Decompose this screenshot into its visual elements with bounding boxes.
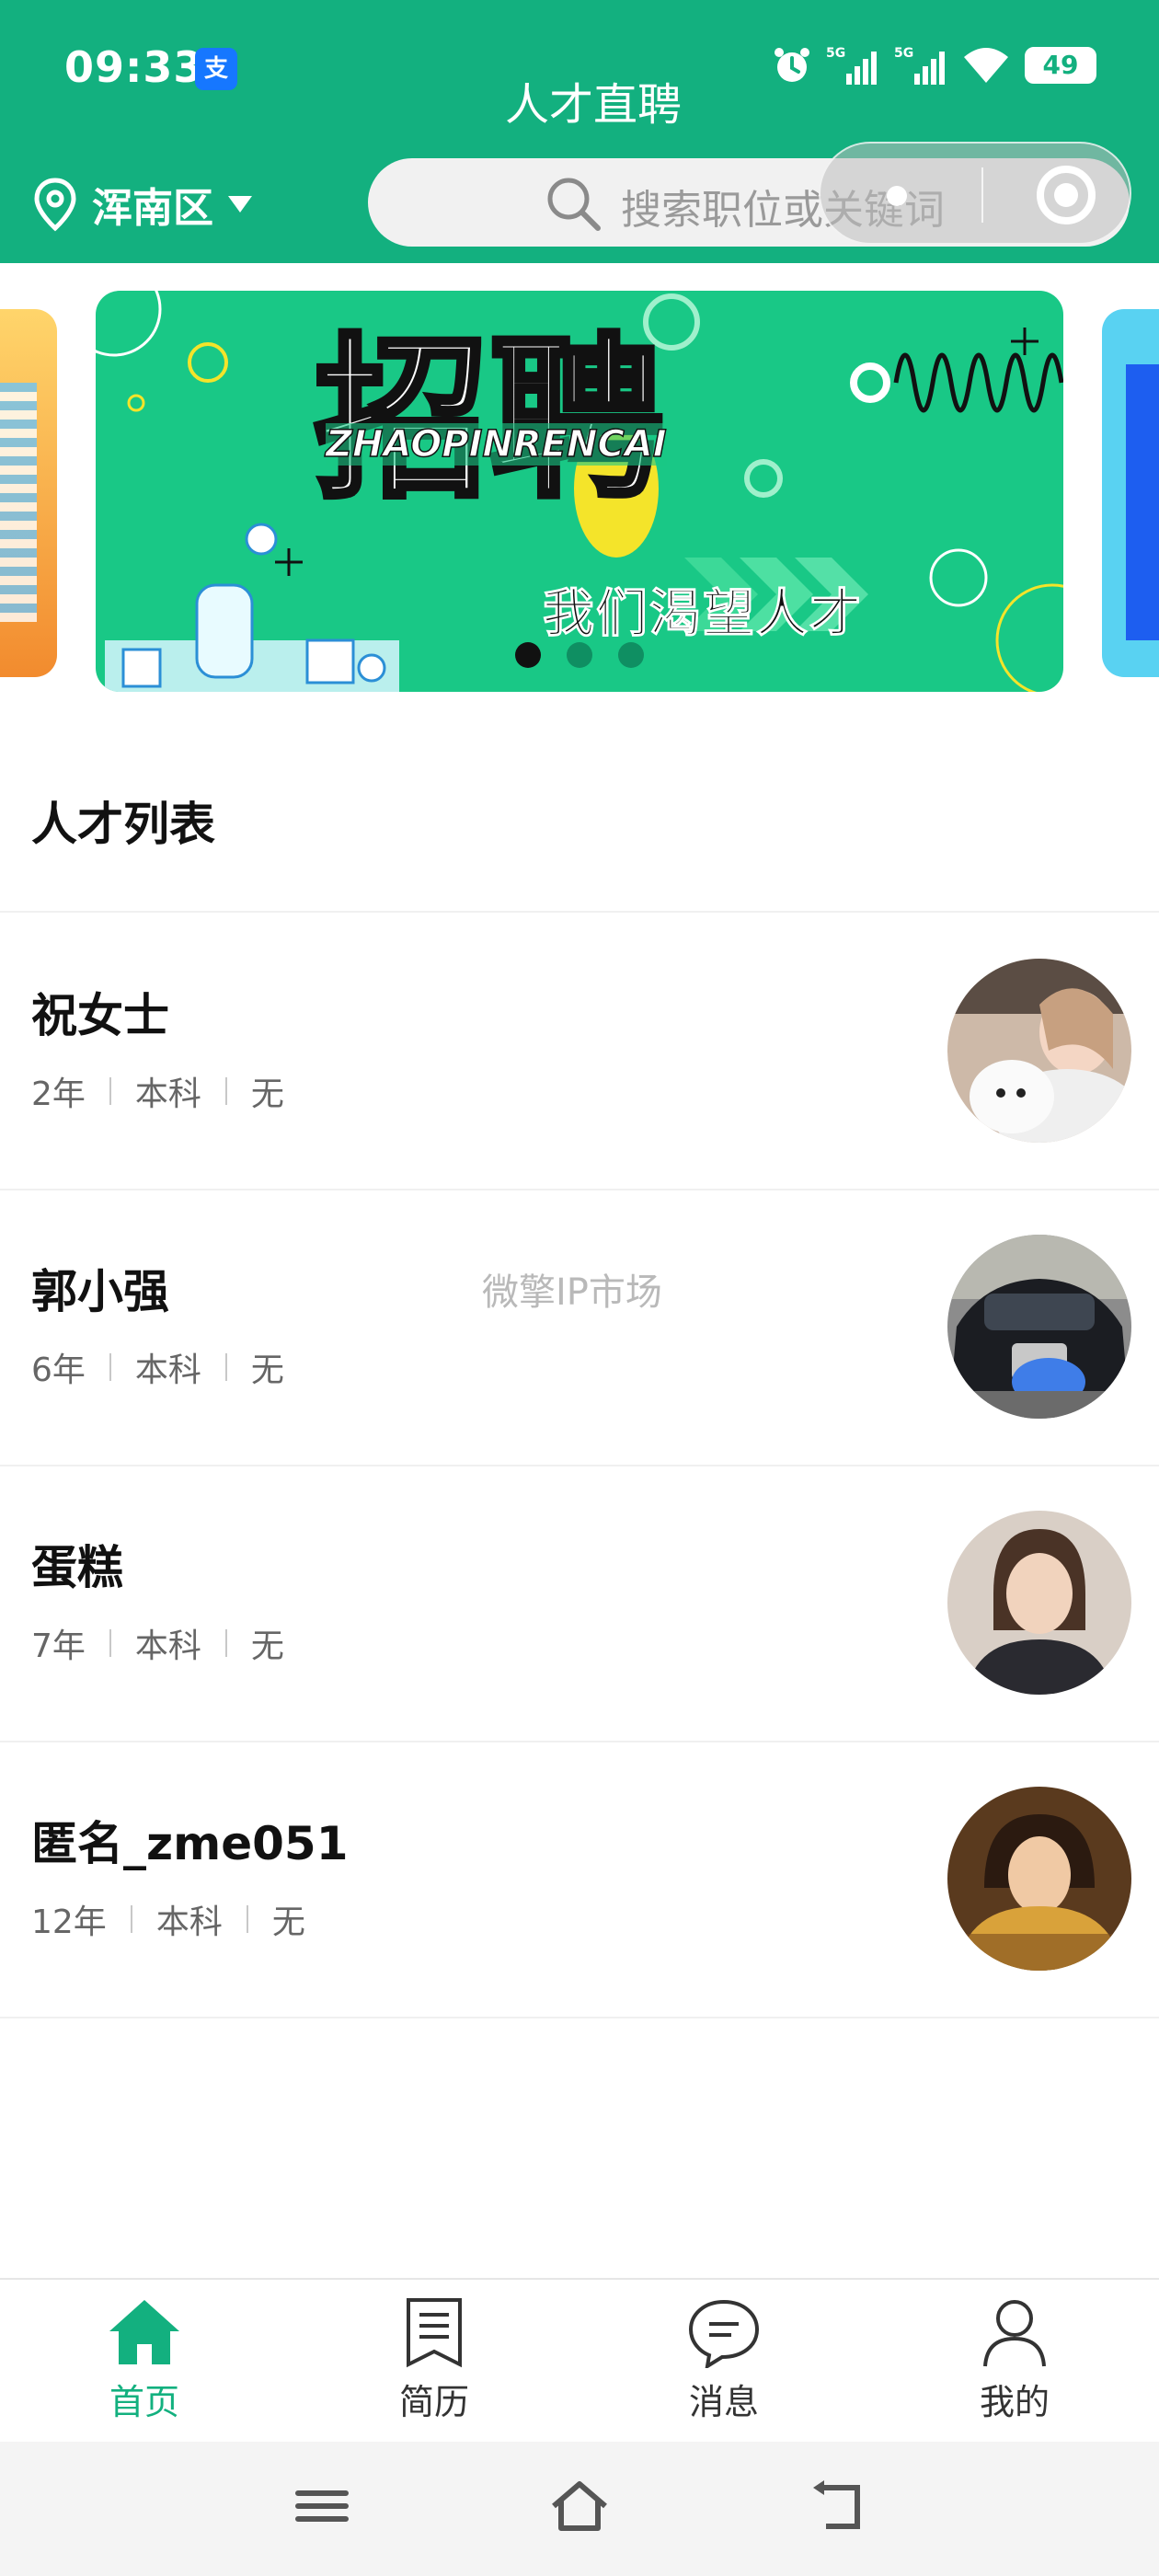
message-icon xyxy=(688,2299,760,2368)
talent-meta: 12年 本科 无 xyxy=(31,1895,305,1943)
talent-name: 郭小强 xyxy=(31,1265,169,1318)
meta-separator xyxy=(224,1353,227,1381)
search-icon xyxy=(541,171,605,239)
tab-label: 简历 xyxy=(398,2382,469,2422)
meta-separator xyxy=(109,1353,111,1381)
talent-other: 无 xyxy=(250,1627,284,1665)
meta-separator xyxy=(109,1077,111,1105)
section-title: 人才列表 xyxy=(31,798,215,851)
talent-other: 无 xyxy=(250,1351,284,1389)
banner-prev-slide[interactable] xyxy=(0,309,57,677)
meta-separator xyxy=(246,1905,248,1933)
banner-slide[interactable]: 招聘 ZHAOPINRENCAI 我们渴望人才 xyxy=(96,291,1063,692)
profile-icon xyxy=(983,2300,1046,2367)
more-icon[interactable] xyxy=(887,186,907,206)
tab-profile[interactable]: 我的 xyxy=(923,2296,1107,2424)
back-icon[interactable] xyxy=(808,2478,866,2534)
banner-carousel[interactable]: 招聘 ZHAOPINRENCAI 我们渴望人才 xyxy=(0,291,1159,696)
search-input[interactable]: 搜索职位或关键词 xyxy=(368,142,1131,247)
app-header: 09:33 支 5G 5G 49 人才直聘 浑南区 搜索职位或关键词 xyxy=(0,0,1159,263)
list-item[interactable]: 祝女士 2年 本科 无 xyxy=(0,913,1159,1189)
close-target-icon[interactable] xyxy=(1037,166,1096,224)
divider xyxy=(0,2017,1159,2018)
tab-home[interactable]: 首页 xyxy=(52,2296,236,2424)
talent-years: 2年 xyxy=(31,1075,86,1113)
location-selector[interactable]: 浑南区 xyxy=(31,175,254,234)
location-pin-icon xyxy=(34,178,76,232)
talent-education: 本科 xyxy=(134,1627,201,1665)
chevron-down-icon xyxy=(228,196,252,213)
resume-icon xyxy=(407,2298,462,2368)
talent-education: 本科 xyxy=(134,1351,201,1389)
talent-name: 祝女士 xyxy=(31,989,169,1042)
banner-title: 招聘 xyxy=(312,318,667,522)
talent-education: 本科 xyxy=(134,1075,201,1113)
talent-other: 无 xyxy=(271,1903,305,1941)
system-nav-bar xyxy=(0,2442,1159,2576)
carousel-indicator xyxy=(0,642,1159,679)
home-icon xyxy=(109,2300,179,2364)
talent-years: 12年 xyxy=(31,1903,107,1941)
tab-resume[interactable]: 简历 xyxy=(342,2296,526,2424)
banner-next-slide[interactable] xyxy=(1102,309,1159,677)
avatar[interactable] xyxy=(947,959,1131,1143)
tab-label: 消息 xyxy=(688,2382,759,2422)
bottom-tab-bar: 首页 简历 消息 我的 xyxy=(0,2278,1159,2440)
talent-meta: 7年 本科 无 xyxy=(31,1619,284,1667)
network-label-1: 5G xyxy=(826,46,845,61)
talent-name: 蛋糕 xyxy=(31,1541,123,1594)
location-label: 浑南区 xyxy=(92,185,213,232)
carousel-dot-1[interactable] xyxy=(515,642,541,668)
banner-subtitle: ZHAOPINRENCAI xyxy=(325,422,667,466)
avatar[interactable] xyxy=(947,1511,1131,1695)
tab-label: 我的 xyxy=(979,2382,1050,2422)
tab-messages[interactable]: 消息 xyxy=(632,2296,816,2424)
talent-other: 无 xyxy=(250,1075,284,1113)
avatar[interactable] xyxy=(947,1787,1131,1971)
capsule-divider xyxy=(981,167,983,223)
list-item[interactable]: 匿名_zme051 12年 本科 无 xyxy=(0,1741,1159,2017)
list-item[interactable]: 郭小强 6年 本科 无 xyxy=(0,1189,1159,1465)
meta-separator xyxy=(224,1077,227,1105)
talent-name: 匿名_zme051 xyxy=(31,1817,349,1870)
page-title: 人才直聘 xyxy=(504,79,682,131)
meta-separator xyxy=(224,1629,227,1657)
banner-slogan: 我们渴望人才 xyxy=(543,584,863,645)
talent-meta: 6年 本科 无 xyxy=(31,1343,284,1391)
watermark: 微擎IP市场 xyxy=(482,1271,662,1314)
list-item[interactable]: 蛋糕 7年 本科 无 xyxy=(0,1465,1159,1741)
talent-years: 6年 xyxy=(31,1351,86,1389)
talent-meta: 2年 本科 无 xyxy=(31,1067,284,1115)
avatar[interactable] xyxy=(947,1235,1131,1419)
network-label-2: 5G xyxy=(894,46,913,61)
mini-program-capsule[interactable] xyxy=(819,142,1131,245)
meta-separator xyxy=(109,1629,111,1657)
carousel-dot-2[interactable] xyxy=(567,642,592,668)
tab-label: 首页 xyxy=(109,2382,179,2422)
meta-separator xyxy=(130,1905,132,1933)
home-nav-icon[interactable] xyxy=(548,2478,611,2534)
talent-education: 本科 xyxy=(155,1903,223,1941)
talent-years: 7年 xyxy=(31,1627,86,1665)
carousel-dot-3[interactable] xyxy=(618,642,644,668)
menu-icon[interactable] xyxy=(294,2478,350,2534)
